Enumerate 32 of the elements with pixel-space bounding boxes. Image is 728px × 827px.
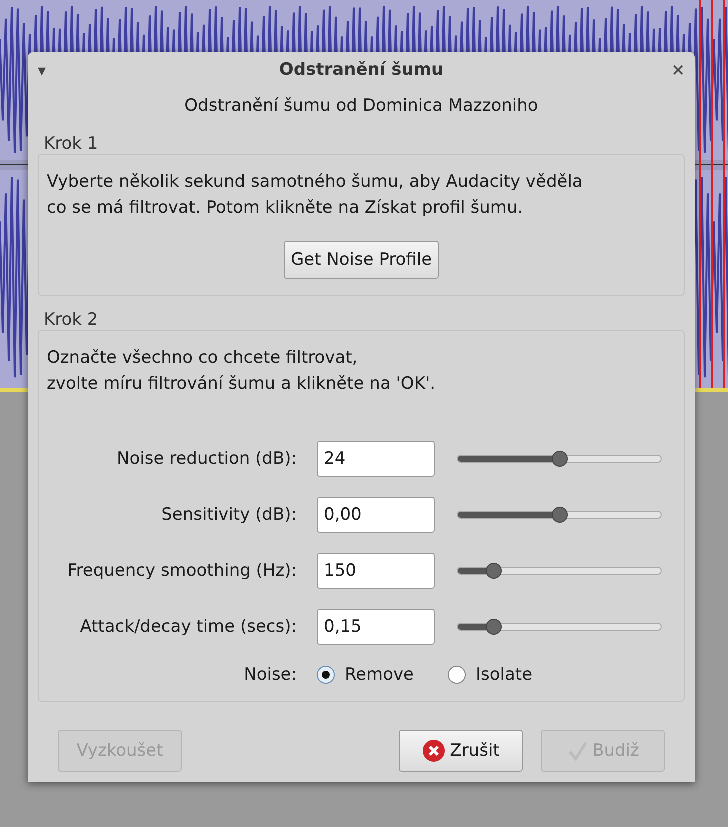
slider[interactable] <box>457 618 662 636</box>
input-field[interactable]: 150 <box>317 553 435 589</box>
input-field[interactable]: 0,00 <box>317 497 435 533</box>
cancel-button[interactable]: Zrušit <box>399 730 523 772</box>
get-noise-profile-button[interactable]: Get Noise Profile <box>284 241 440 279</box>
parameter-label: Frequency smoothing (Hz): <box>66 561 297 581</box>
radio-label[interactable]: Remove <box>345 665 414 685</box>
slider-thumb[interactable] <box>486 619 502 635</box>
slider-thumb[interactable] <box>486 563 502 579</box>
slider[interactable] <box>457 506 662 524</box>
section-title: Krok 2 <box>44 310 100 330</box>
radio-button[interactable] <box>448 666 466 684</box>
window-title: Odstranění šumu <box>278 60 445 80</box>
slider-thumb[interactable] <box>552 507 568 523</box>
dialog-heading: Odstranění šumu od Dominica Mazzoniho <box>184 96 540 116</box>
parameter-label: Attack/decay time (secs): <box>79 617 297 637</box>
menu-icon[interactable]: ▾ <box>38 60 58 80</box>
slider-thumb[interactable] <box>552 451 568 467</box>
close-icon <box>422 739 446 763</box>
input-field[interactable]: 0,15 <box>317 609 435 645</box>
radio-label[interactable]: Isolate <box>476 665 533 685</box>
close-icon[interactable]: ✕ <box>665 60 685 80</box>
parameter-label: Sensitivity (dB): <box>160 505 297 525</box>
radio-button[interactable] <box>317 666 335 684</box>
parameter-label: Noise reduction (dB): <box>116 449 297 469</box>
section-title: Krok 1 <box>44 134 100 154</box>
instruction-text: Vyberte několik sekund samotného šumu, aby Audacity věděla co se má filtrovat. Potom klikněte na Získat profil šumu. <box>47 171 584 220</box>
parameter-label: Noise: <box>243 665 297 685</box>
instruction-text: Označte všechno co chcete filtrovat, zvolte míru filtrování šumu a klikněte na 'OK'. <box>47 347 437 396</box>
input-field[interactable]: 24 <box>317 441 435 477</box>
slider[interactable] <box>457 562 662 580</box>
slider[interactable] <box>457 450 662 468</box>
